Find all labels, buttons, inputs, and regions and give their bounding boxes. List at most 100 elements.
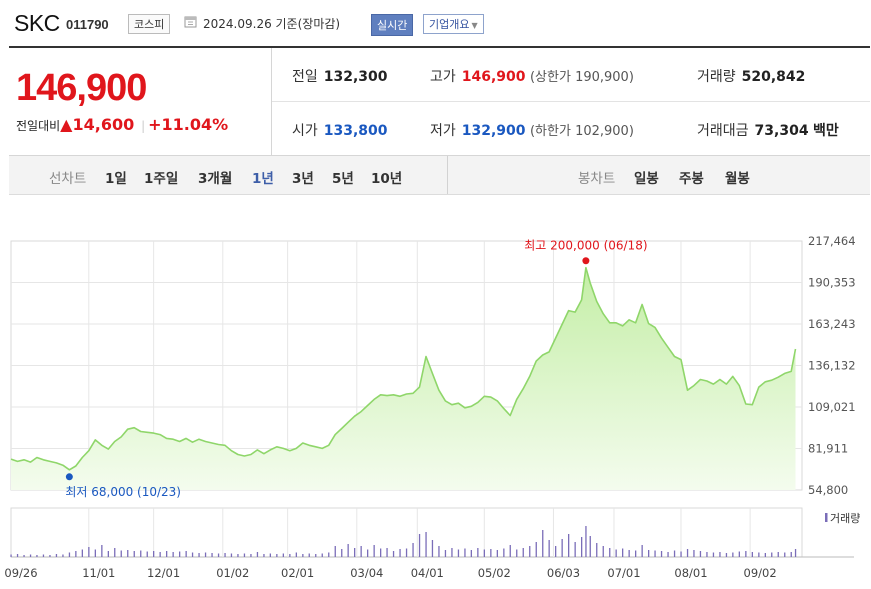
min-price-marker [65,473,73,481]
volume-bar [412,543,414,557]
volume-bar [140,550,142,557]
volume-bar [751,552,753,557]
y-tick-label: 190,353 [808,276,856,290]
volume-bar [609,548,611,557]
x-tick-label: 05/02 [478,566,511,580]
volume-bar [269,553,271,557]
volume-bar [250,554,252,557]
volume-bar [738,551,740,557]
volume-bar [686,549,689,557]
volume-bar [418,534,421,557]
volume-bar [172,552,174,557]
volume-bar [16,554,19,557]
y-tick-label: 81,911 [808,442,848,456]
volume-bar [127,550,129,557]
volume-bar [431,540,434,557]
volume-bar [101,545,103,557]
x-tick-label: 04/01 [411,566,444,580]
volume-bar [179,551,181,557]
volume-bar [49,555,51,557]
volume-bar [146,551,148,557]
volume-bar [660,551,663,557]
volume-bar [589,536,591,557]
volume-bar [230,553,233,557]
volume-bar [615,549,617,557]
volume-bar [602,546,604,557]
volume-bar [555,546,557,557]
volume-bar [654,550,656,557]
y-tick-label: 136,132 [808,359,856,373]
volume-bar [673,550,676,557]
volume-bar [204,552,207,557]
volume-bar [243,553,246,557]
volume-bar [256,552,259,557]
volume-bar [561,539,563,557]
volume-bar [790,552,792,557]
x-tick-label: 07/01 [607,566,640,580]
volume-bar [542,530,544,557]
volume-bar [399,549,401,557]
volume-bar [328,552,330,557]
volume-bar [347,544,349,557]
volume-bar [706,552,708,557]
volume-bar [380,548,382,557]
volume-bar [596,543,598,557]
volume-bar [535,542,537,557]
volume-bar [548,540,550,557]
y-tick-label: 217,464 [808,234,856,248]
volume-bar [114,548,116,557]
volume-bar [94,549,96,557]
volume-bar [477,548,479,557]
volume-bar [373,545,375,557]
volume-bar [224,553,226,557]
volume-bar [641,545,643,557]
y-tick-label: 54,800 [808,483,848,497]
y-tick-label: 163,243 [808,317,856,331]
x-tick-label: 06/03 [547,566,580,580]
volume-bar [386,548,388,557]
volume-bar [794,549,797,557]
volume-bar [62,554,64,557]
volume-bar [509,545,511,557]
x-tick-label: 02/01 [281,566,314,580]
volume-bar [392,551,395,557]
volume-bar [568,534,570,557]
volume-bar [693,550,695,557]
volume-bar [29,554,32,557]
volume-bar [315,554,317,557]
volume-bar [75,551,77,557]
volume-bar [464,548,466,557]
volume-bar [745,551,747,557]
volume-bar [585,526,587,557]
volume-bar [191,552,194,557]
price-chart: 217,464 190,353 163,243 136,132 109,021 81,91… [4,234,860,580]
volume-bar [166,551,168,557]
volume-bar [282,553,284,557]
volume-bar [341,549,343,557]
volume-bar [68,552,71,557]
volume-bar [680,551,682,557]
volume-bar [529,546,531,557]
x-tick-label: 11/01 [82,566,115,580]
volume-bar [334,546,336,557]
volume-bar [42,554,45,557]
volume-bar [667,552,669,557]
volume-bar [276,554,278,557]
volume-bar [483,549,485,557]
volume-bar [153,551,155,557]
max-price-label: 최고 200,000 (06/18) [524,239,647,253]
volume-legend-swatch [825,513,828,522]
volume-bar [367,549,369,557]
volume-bar [88,547,90,557]
volume-bar [185,551,187,557]
x-tick-label: 03/04 [350,566,383,580]
x-tick-label: 09/26 [4,566,37,580]
volume-bar [699,551,702,557]
volume-bar [289,554,291,557]
volume-bar [438,546,440,557]
x-tick-label: 01/02 [216,566,249,580]
volume-bar [574,542,576,557]
x-tick-label: 09/02 [744,566,777,580]
volume-bar [622,548,624,557]
min-price-label: 최저 68,000 (10/23) [65,485,181,499]
